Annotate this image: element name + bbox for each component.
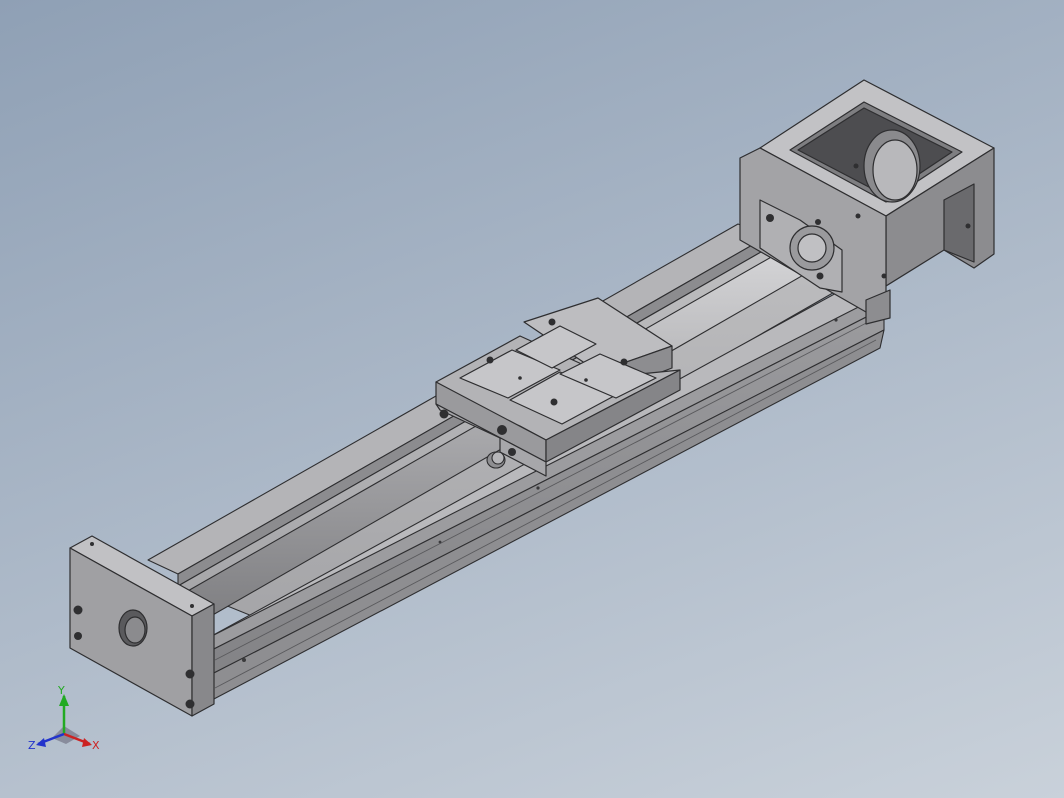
- graphics-viewport[interactable]: Y X Z: [0, 0, 1064, 798]
- carriage-knob[interactable]: [486, 451, 506, 469]
- triad-y-label: Y: [58, 684, 65, 697]
- base-profile[interactable]: [147, 223, 885, 701]
- triad-x-label: X: [92, 739, 100, 752]
- triad-z-label: Z: [28, 739, 36, 752]
- cad-model[interactable]: [0, 0, 1064, 798]
- view-orientation-triad[interactable]: Y X Z: [22, 684, 112, 764]
- triad-axes: [36, 694, 92, 747]
